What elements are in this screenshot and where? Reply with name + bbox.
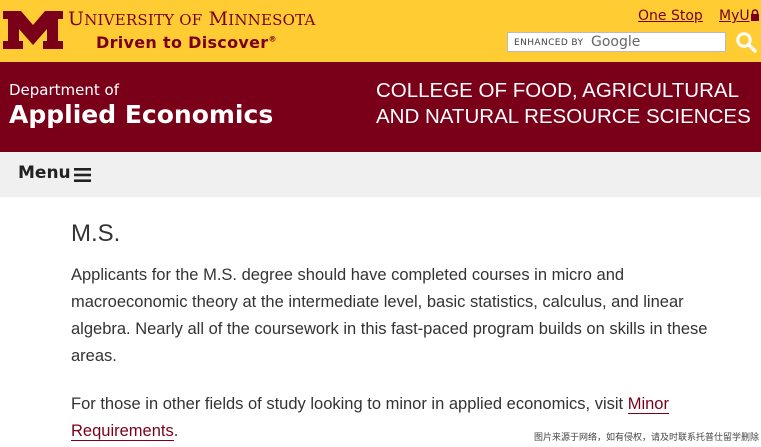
search-input[interactable]: ENHANCED BY Google (507, 32, 726, 52)
college-name[interactable]: COLLEGE OF FOOD, AGRICULTURAL AND NATURA… (376, 78, 751, 130)
top-header: UNIVERSITY OF MINNESOTA Driven to Discov… (0, 0, 761, 62)
google-label: Google (591, 34, 641, 50)
one-stop-link[interactable]: One Stop (638, 8, 703, 24)
university-name[interactable]: UNIVERSITY OF MINNESOTA (68, 8, 316, 30)
menu-button[interactable]: Menu (18, 163, 71, 183)
search-icon[interactable] (735, 31, 757, 53)
myu-link[interactable]: MyU (719, 8, 750, 24)
lock-icon (751, 9, 759, 21)
page-title: M.S. (71, 220, 121, 247)
search-enhanced-by-label: ENHANCED BY (514, 38, 584, 48)
department-banner: Department of Applied Economics COLLEGE … (0, 62, 761, 152)
hamburger-icon[interactable] (74, 168, 91, 182)
tagline: Driven to Discover® (96, 33, 277, 52)
department-name[interactable]: Applied Economics (9, 100, 273, 129)
menu-bar: Menu (0, 152, 761, 197)
department-prefix: Department of (9, 81, 119, 99)
intro-paragraph: Applicants for the M.S. degree should ha… (71, 266, 708, 365)
watermark: 图片来源于网络，如有侵权，请及时联系托普仕留学删除 (533, 433, 759, 443)
university-m-logo[interactable] (3, 11, 63, 49)
